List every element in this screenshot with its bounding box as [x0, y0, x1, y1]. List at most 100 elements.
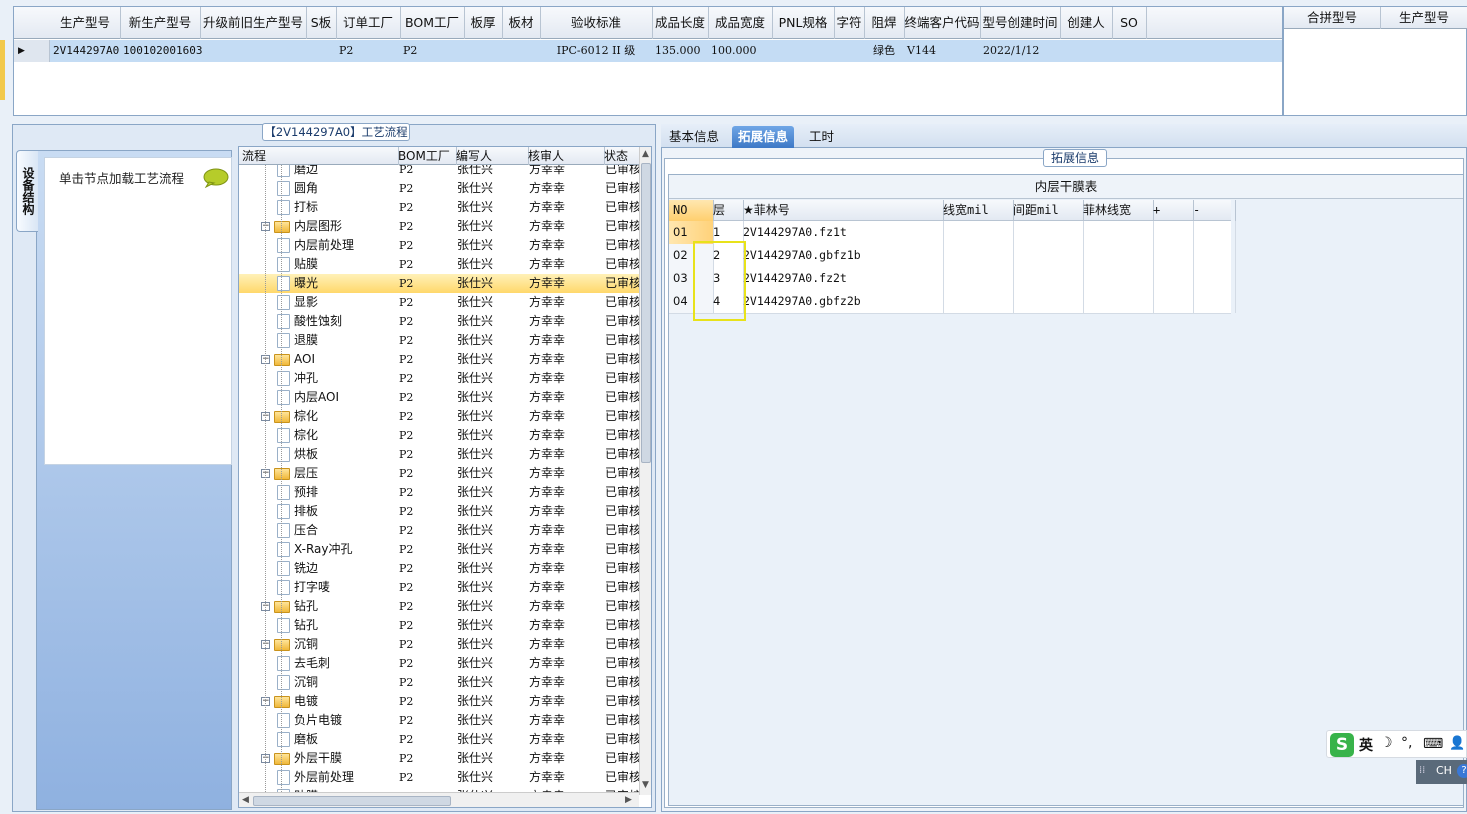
inner-cell-empty[interactable] — [1189, 267, 1236, 290]
inner-cell-empty[interactable] — [939, 244, 1014, 267]
column-header[interactable]: 终端客户代码 — [904, 7, 981, 39]
grid-cell[interactable]: V144 — [904, 40, 983, 62]
inner-cell-film[interactable]: 2V144297A0.fz2t — [739, 267, 944, 290]
grid-cell[interactable]: 100.000 — [708, 40, 775, 62]
tree-row[interactable]: X-Ray冲孔 P2 张仕兴 方幸幸 已审核 — [239, 540, 639, 559]
scrollbar-thumb[interactable] — [641, 163, 651, 463]
inner-cell-empty[interactable] — [1009, 221, 1084, 244]
column-header[interactable]: 验收标准 — [540, 7, 653, 39]
tree-row[interactable]: 预排 P2 张仕兴 方幸幸 已审核 — [239, 483, 639, 502]
grid-cell[interactable]: P2 — [400, 40, 467, 62]
input-language-bar[interactable]: ⁞⁞ CH ? — [1416, 760, 1467, 784]
inner-column-header[interactable]: NO — [669, 200, 714, 221]
tree-row[interactable]: 磨边 P2 张仕兴 方幸幸 已审核 — [239, 165, 639, 179]
inner-column-header[interactable]: 间距mil — [1009, 200, 1084, 221]
tree-row[interactable]: 内层前处理 P2 张仕兴 方幸幸 已审核 — [239, 236, 639, 255]
tree-row[interactable]: 显影 P2 张仕兴 方幸幸 已审核 — [239, 293, 639, 312]
tree-row[interactable]: 打标 P2 张仕兴 方幸幸 已审核 — [239, 198, 639, 217]
column-header[interactable]: 升级前旧生产型号 — [200, 7, 307, 39]
tree-node[interactable]: 棕化 — [277, 426, 395, 445]
tree-node[interactable]: 内层前处理 — [277, 236, 395, 255]
inner-table-row[interactable]: 02 2 2V144297A0.gbfz1b — [669, 244, 1236, 268]
tree-row[interactable]: 排板 P2 张仕兴 方幸幸 已审核 — [239, 502, 639, 521]
inner-cell-film[interactable]: 2V144297A0.gbfz1b — [739, 244, 944, 267]
tree-row[interactable]: − 内层图形 P2 张仕兴 方幸幸 已审核 — [239, 217, 639, 236]
tree-node[interactable]: 显影 — [277, 293, 395, 312]
grid-cell[interactable]: P2 — [336, 40, 403, 62]
column-header[interactable]: 板厚 — [464, 7, 503, 39]
tree-node[interactable]: 负片电镀 — [277, 711, 395, 730]
tree-row[interactable]: − 棕化 P2 张仕兴 方幸幸 已审核 — [239, 407, 639, 426]
inner-cell-empty[interactable] — [1079, 267, 1154, 290]
sogou-logo-icon[interactable]: S — [1330, 733, 1354, 757]
scroll-up-icon[interactable]: ▲ — [642, 149, 649, 159]
grid-cell[interactable]: 绿色 — [864, 40, 904, 62]
tree-row[interactable]: 压合 P2 张仕兴 方幸幸 已审核 — [239, 521, 639, 540]
tree-node[interactable]: 磨边 — [277, 165, 395, 179]
tree-node[interactable]: 沉铜 — [277, 673, 395, 692]
inner-cell-empty[interactable] — [939, 221, 1014, 244]
tree-row[interactable]: 圆角 P2 张仕兴 方幸幸 已审核 — [239, 179, 639, 198]
grid-cell[interactable] — [772, 40, 837, 62]
tree-node[interactable]: 钻孔 — [277, 616, 395, 635]
inner-cell-empty[interactable] — [1149, 221, 1194, 244]
column-header[interactable]: PNL规格 — [772, 7, 835, 39]
tree-node[interactable]: 退膜 — [277, 331, 395, 350]
tree-node[interactable]: 打字唛 — [277, 578, 395, 597]
inner-column-header[interactable]: 线宽mil — [939, 200, 1014, 221]
tree-row[interactable]: 负片电镀 P2 张仕兴 方幸幸 已审核 — [239, 711, 639, 730]
tree-row[interactable]: 贴膜 P2 张仕兴 方幸幸 已审核 — [239, 255, 639, 274]
tree-node[interactable]: 冲孔 — [277, 369, 395, 388]
tree-row[interactable]: 打字唛 P2 张仕兴 方幸幸 已审核 — [239, 578, 639, 597]
inner-column-header[interactable]: + — [1149, 200, 1194, 221]
tree-row[interactable]: 外层前处理 P2 张仕兴 方幸幸 已审核 — [239, 768, 639, 787]
grid-cell[interactable]: 2V144297A0 — [50, 40, 123, 62]
tree-node[interactable]: 圆角 — [277, 179, 395, 198]
tree-node[interactable]: 铣边 — [277, 559, 395, 578]
tree-row[interactable]: 烘板 P2 张仕兴 方幸幸 已审核 — [239, 445, 639, 464]
column-header[interactable]: 字符 — [834, 7, 865, 39]
grip-icon[interactable]: ⁞⁞ — [1419, 765, 1425, 776]
grid-cell[interactable] — [1112, 40, 1149, 62]
speech-bubble-icon[interactable] — [203, 168, 229, 188]
tree-row[interactable]: 退膜 P2 张仕兴 方幸幸 已审核 — [239, 331, 639, 350]
tree-column-header[interactable]: 流程 — [239, 147, 399, 165]
inner-table-row[interactable]: 04 4 2V144297A0.gbfz2b — [669, 290, 1236, 314]
grid-cell[interactable]: 135.000 — [652, 40, 711, 62]
ime-language-toggle[interactable]: 英 — [1359, 735, 1373, 755]
column-header[interactable]: S板 — [306, 7, 337, 39]
tab-equipment-structure[interactable]: 设备结构 — [16, 150, 38, 232]
tree-row[interactable]: 铣边 P2 张仕兴 方幸幸 已审核 — [239, 559, 639, 578]
grid-cell[interactable]: IPC-6012 II 级 — [540, 40, 652, 62]
tree-node[interactable]: 去毛刺 — [277, 654, 395, 673]
grid-cell[interactable]: 10010200160396 — [120, 40, 203, 62]
tab-extended-info[interactable]: 拓展信息 — [732, 126, 795, 148]
column-header[interactable]: 成品宽度 — [708, 7, 773, 39]
horizontal-scrollbar[interactable]: ◀ ▶ — [239, 792, 639, 807]
grid-cell[interactable] — [306, 40, 339, 62]
tree-row[interactable]: 沉铜 P2 张仕兴 方幸幸 已审核 — [239, 673, 639, 692]
tree-node[interactable]: 压合 — [277, 521, 395, 540]
punctuation-icon[interactable]: °, — [1401, 735, 1412, 751]
equipment-tree[interactable]: 单击节点加载工艺流程 — [44, 157, 232, 465]
inner-cell-empty[interactable] — [1149, 267, 1194, 290]
tree-row[interactable]: − AOI P2 张仕兴 方幸幸 已审核 — [239, 350, 639, 369]
column-header[interactable]: 订单工厂 — [336, 7, 401, 39]
tree-column-header[interactable]: 编写人 — [453, 147, 529, 165]
column-header[interactable]: BOM工厂 — [400, 7, 465, 39]
tree-node[interactable]: 外层前处理 — [277, 768, 395, 787]
scroll-right-icon[interactable]: ▶ — [625, 795, 632, 805]
grid-cell[interactable] — [200, 40, 309, 62]
scroll-left-icon[interactable]: ◀ — [242, 795, 249, 805]
inner-cell-empty[interactable] — [1009, 290, 1084, 313]
tree-node[interactable]: 排板 — [277, 502, 395, 521]
inner-cell-empty[interactable] — [1079, 244, 1154, 267]
inner-cell-empty[interactable] — [1189, 244, 1236, 267]
tree-row[interactable]: 磨板 P2 张仕兴 方幸幸 已审核 — [239, 730, 639, 749]
tree-node[interactable]: 贴膜 — [277, 255, 395, 274]
hscrollbar-thumb[interactable] — [253, 796, 451, 806]
column-header[interactable]: 生产型号 — [50, 7, 121, 39]
keyboard-icon[interactable]: ⌨ — [1423, 736, 1443, 752]
tree-row[interactable]: 钻孔 P2 张仕兴 方幸幸 已审核 — [239, 616, 639, 635]
inner-cell-empty[interactable] — [939, 267, 1014, 290]
